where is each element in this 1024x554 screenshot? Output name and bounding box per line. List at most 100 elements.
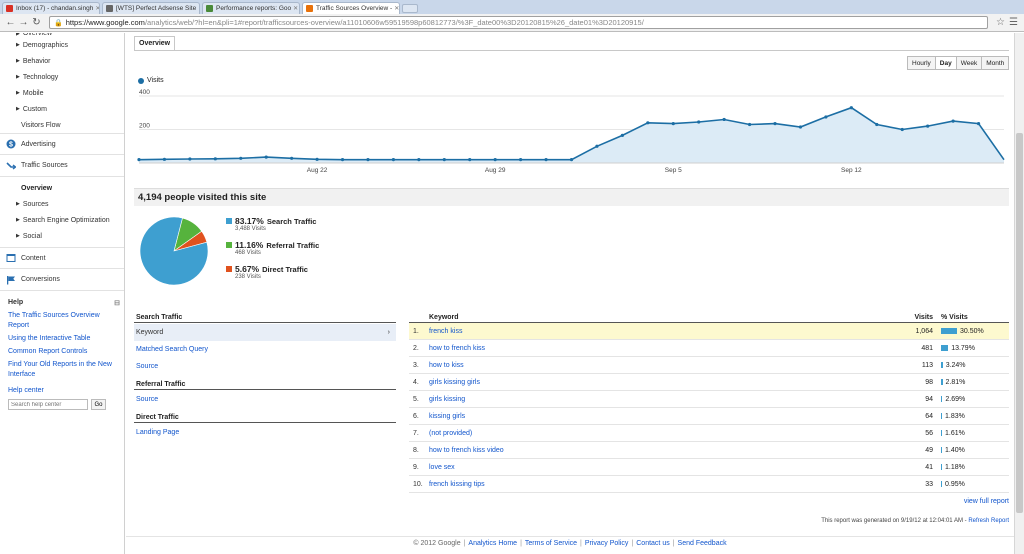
sidebar-item[interactable]: ▶ Technology xyxy=(0,69,124,85)
page-scrollbar[interactable] xyxy=(1014,33,1024,554)
sidebar-item[interactable]: Visitors Flow xyxy=(0,117,124,133)
chart-point[interactable] xyxy=(213,157,217,161)
chart-point[interactable] xyxy=(239,156,243,160)
pie-legend-name[interactable]: Direct Traffic xyxy=(262,265,308,274)
browser-tab[interactable]: Performance reports: Goo ✕ xyxy=(202,2,300,14)
sidebar-item[interactable]: ▶ Behavior xyxy=(0,53,124,69)
table-row[interactable]: 10. french kissing tips 33 0.95% xyxy=(409,476,1009,493)
help-link[interactable]: Common Report Controls xyxy=(8,347,124,357)
row-keyword-link[interactable]: how to french kiss video xyxy=(429,447,889,454)
sidebar-item[interactable]: ▶ Custom xyxy=(0,101,124,117)
help-link[interactable]: Using the Interactive Table xyxy=(8,334,124,344)
chart-point[interactable] xyxy=(468,158,472,162)
granularity-hourly-button[interactable]: Hourly xyxy=(907,56,936,70)
tab-overview[interactable]: Overview xyxy=(134,36,176,50)
chart-point[interactable] xyxy=(188,157,192,161)
header-pct-visits[interactable]: % Visits xyxy=(937,314,1009,321)
row-keyword-link[interactable]: french kiss xyxy=(429,328,889,335)
star-icon[interactable]: ☆ xyxy=(994,16,1007,29)
header-keyword[interactable]: Keyword xyxy=(429,314,889,321)
chart-point[interactable] xyxy=(646,121,650,125)
nav-dimension-item[interactable]: Matched Search Query xyxy=(134,341,396,358)
granularity-month-button[interactable]: Month xyxy=(981,56,1010,70)
row-keyword-link[interactable]: french kissing tips xyxy=(429,481,889,488)
chart-point[interactable] xyxy=(391,158,396,162)
sidebar-section-advertising[interactable]: $ Advertising xyxy=(0,133,124,155)
sidebar-traffic-item[interactable]: Overview xyxy=(0,180,124,196)
help-search-go-button[interactable]: Go xyxy=(91,399,106,410)
refresh-report-link[interactable]: Refresh Report xyxy=(968,518,1009,524)
chart-point[interactable] xyxy=(595,144,599,148)
chart-point[interactable] xyxy=(824,115,828,119)
browser-tab[interactable]: [WTS] Perfect Adsense Site✕ xyxy=(102,2,200,14)
table-row[interactable]: 1. french kiss 1,064 30.50% xyxy=(409,323,1009,340)
footer-link[interactable]: Terms of Service xyxy=(525,540,577,547)
nav-dimension-item[interactable]: Source xyxy=(134,358,396,375)
row-keyword-link[interactable]: love sex xyxy=(429,464,889,471)
header-visits[interactable]: Visits xyxy=(889,314,937,321)
chart-point[interactable] xyxy=(849,106,853,110)
help-link[interactable]: Find Your Old Reports in the New Interfa… xyxy=(8,360,124,380)
footer-link[interactable]: Privacy Policy xyxy=(585,540,629,547)
wrench-icon[interactable]: ☰ xyxy=(1007,16,1020,29)
chart-point[interactable] xyxy=(442,158,446,162)
table-row[interactable]: 8. how to french kiss video 49 1.40% xyxy=(409,442,1009,459)
sidebar-section-content[interactable]: Content xyxy=(0,247,124,269)
collapse-icon[interactable]: ⊟ xyxy=(114,299,120,307)
nav-dimension-item[interactable]: Landing Page xyxy=(134,424,396,441)
row-keyword-link[interactable]: kissing girls xyxy=(429,413,889,420)
table-row[interactable]: 4. girls kissing girls 98 2.81% xyxy=(409,374,1009,391)
footer-link[interactable]: Analytics Home xyxy=(468,540,517,547)
pie-legend-name[interactable]: Search Traffic xyxy=(267,217,317,226)
chart-point[interactable] xyxy=(976,122,981,126)
chart-point[interactable] xyxy=(417,158,421,162)
table-row[interactable]: 2. how to french kiss 481 13.79% xyxy=(409,340,1009,357)
browser-tab[interactable]: Inbox (17) - chandan.singh ✕ xyxy=(2,2,100,14)
chart-point[interactable] xyxy=(747,122,752,127)
scrollbar-thumb[interactable] xyxy=(1016,133,1023,513)
row-keyword-link[interactable]: (not provided) xyxy=(429,430,889,437)
sidebar-section-conversions[interactable]: Conversions xyxy=(0,269,124,291)
back-icon[interactable]: ← xyxy=(4,16,17,29)
chart-point[interactable] xyxy=(264,155,268,159)
table-row[interactable]: 7. (not provided) 56 1.61% xyxy=(409,425,1009,442)
chart-point[interactable] xyxy=(162,157,167,161)
help-search-input[interactable] xyxy=(8,399,88,410)
granularity-week-button[interactable]: Week xyxy=(955,56,983,70)
chart-point[interactable] xyxy=(926,124,930,128)
tab-close-icon[interactable]: ✕ xyxy=(93,5,99,12)
row-keyword-link[interactable]: girls kissing girls xyxy=(429,379,889,386)
sidebar-traffic-item[interactable]: ▶ Sources xyxy=(0,196,124,212)
browser-tab[interactable]: Traffic Sources Overview - ✕ xyxy=(302,2,400,14)
chart-point[interactable] xyxy=(722,117,726,122)
tab-close-icon[interactable]: ✕ xyxy=(291,5,298,12)
chart-point[interactable] xyxy=(951,119,955,123)
sidebar-section-traffic-sources[interactable]: Traffic Sources xyxy=(0,155,124,177)
view-full-report-link[interactable]: view full report xyxy=(964,498,1009,505)
granularity-day-button[interactable]: Day xyxy=(934,56,957,70)
row-keyword-link[interactable]: girls kissing xyxy=(429,396,889,403)
chart-point[interactable] xyxy=(493,158,497,162)
url-input[interactable]: 🔒 https://www.google.com /analytics/web/… xyxy=(49,16,988,29)
chart-point[interactable] xyxy=(366,158,370,162)
table-row[interactable]: 6. kissing girls 64 1.83% xyxy=(409,408,1009,425)
chart-point[interactable] xyxy=(290,156,294,160)
nav-dimension-item[interactable]: Source xyxy=(134,391,396,408)
tab-close-icon[interactable]: ✕ xyxy=(196,5,199,12)
chart-point[interactable] xyxy=(315,157,319,161)
footer-link[interactable]: Send Feedback xyxy=(678,540,727,547)
nav-dimension-item[interactable]: Keyword › xyxy=(134,324,396,341)
new-tab-button[interactable] xyxy=(402,4,418,13)
chart-point[interactable] xyxy=(900,127,904,132)
tab-close-icon[interactable]: ✕ xyxy=(392,5,399,12)
help-center-link[interactable]: Help center xyxy=(8,386,124,396)
sidebar-item[interactable]: ▶ Demographics xyxy=(0,37,124,53)
chart-point[interactable] xyxy=(569,158,574,162)
row-keyword-link[interactable]: how to kiss xyxy=(429,362,889,369)
chart-point[interactable] xyxy=(697,120,701,124)
chart-point[interactable] xyxy=(773,122,777,126)
chart-point[interactable] xyxy=(875,122,879,127)
table-row[interactable]: 5. girls kissing 94 2.69% xyxy=(409,391,1009,408)
chart-point[interactable] xyxy=(620,133,624,137)
chart-point[interactable] xyxy=(798,125,803,129)
